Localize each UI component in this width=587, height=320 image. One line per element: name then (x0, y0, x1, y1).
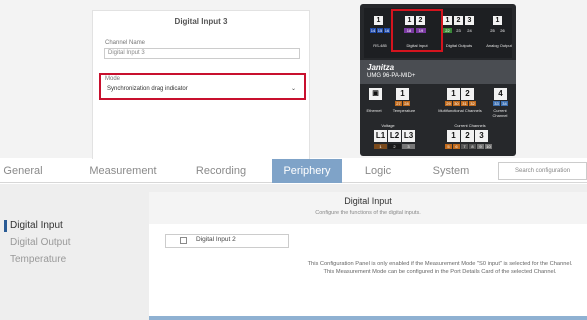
terminal-mf-1: 1 (447, 88, 460, 100)
mode-select[interactable]: Synchronization drag indicator ⌄ (104, 84, 300, 95)
pin: 30 (453, 101, 460, 106)
terminal-rs485: 1 (374, 16, 383, 25)
terminal-mf-2: 2 (461, 88, 474, 100)
device-model: UMG 96-PA-MID+ (367, 73, 416, 79)
temperature-label: Temperature (392, 108, 416, 113)
multifunctional-label: Multifunctional Channels (438, 108, 482, 113)
sidebar (0, 184, 148, 320)
pin: 9 (477, 144, 484, 149)
sidebar-item-digital-output[interactable]: Digital Output (10, 237, 71, 248)
pin: 6 (453, 144, 460, 149)
pin: 28 (403, 101, 410, 106)
pin: 7 (461, 144, 468, 149)
pin: 27 (395, 101, 402, 106)
current-channels-label: Current Channels (454, 123, 486, 128)
pin: 25 (490, 28, 495, 33)
panel-title: Digital Input (344, 196, 392, 206)
terminal-ct-2: 2 (461, 130, 474, 142)
terminal-current-4: 4 (494, 88, 507, 100)
analog-output-label: Analog Output (486, 43, 512, 48)
sidebar-item-temperature[interactable]: Temperature (10, 254, 66, 265)
channel-name-field[interactable]: Digital Input 3 (104, 48, 300, 59)
chevron-down-icon: ⌄ (290, 86, 296, 92)
pin: 33 (493, 101, 500, 106)
sidebar-active-marker (4, 220, 7, 232)
pin: 5 (445, 144, 452, 149)
channel-card: Digital Input 3 Channel Name Digital Inp… (92, 10, 310, 160)
rs485-label: RS-485 (373, 43, 387, 48)
tab-general[interactable]: General (0, 159, 46, 183)
terminal-ao-1: 1 (493, 16, 502, 25)
digital-outputs-label: Digital Outputs (445, 43, 473, 48)
current-channel-label: Current Channel (492, 108, 508, 118)
digital-input-highlight-box (391, 9, 443, 52)
ethernet-port-icon: ▣ (369, 88, 382, 100)
channel-name-label: Channel Name (105, 40, 146, 46)
pin: 1 (374, 144, 387, 149)
pin: 10 (485, 144, 492, 149)
tab-recording[interactable]: Recording (184, 159, 258, 183)
tab-logic[interactable]: Logic (350, 159, 406, 183)
pin: 2 (388, 144, 401, 149)
pin: 8 (469, 144, 476, 149)
ethernet-label: Ethernet (366, 108, 382, 113)
main-tab-bar: General Measurement Recording Periphery … (0, 159, 587, 183)
pin: 22 (443, 28, 452, 33)
search-input[interactable]: Search configuration (498, 162, 587, 180)
terminal-l1: L1 (374, 130, 387, 142)
pin: 29 (445, 101, 452, 106)
terminal-l2: L2 (388, 130, 401, 142)
info-message: This Configuration Panel is only enabled… (307, 261, 573, 275)
terminal-ct-1: 1 (447, 130, 460, 142)
pin: 14 (370, 28, 376, 33)
digital-input-2-checkbox[interactable] (180, 237, 187, 244)
pin: 24 (467, 28, 472, 33)
pin: 16 (384, 28, 390, 33)
digital-input-2-label: Digital Input 2 (196, 236, 236, 243)
terminal-l3: L3 (402, 130, 415, 142)
pin: 3 (402, 144, 415, 149)
mode-select-value: Synchronization drag indicator (107, 86, 188, 92)
pin: 34 (501, 101, 508, 106)
voltage-label: Voltage (381, 123, 395, 128)
terminal-ct-3: 3 (475, 130, 488, 142)
sidebar-item-digital-input[interactable]: Digital Input (10, 220, 63, 231)
pin: 15 (377, 28, 383, 33)
pin: 31 (461, 101, 468, 106)
tab-measurement[interactable]: Measurement (80, 159, 166, 183)
pin: 26 (500, 28, 505, 33)
panel-subtitle: Configure the functions of the digital i… (315, 210, 421, 216)
terminal-temp: 1 (396, 88, 409, 100)
bottom-accent-line (149, 316, 587, 320)
terminal-do-3: 3 (465, 16, 474, 25)
mode-label: Mode (105, 76, 121, 82)
terminal-do-2: 2 (454, 16, 463, 25)
brand-name: Janitza (367, 63, 395, 72)
pin: 23 (456, 28, 461, 33)
card-title: Digital Input 3 (174, 17, 228, 26)
terminal-do-1: 1 (443, 16, 452, 25)
tab-periphery[interactable]: Periphery (272, 159, 342, 183)
pin: 32 (469, 101, 476, 106)
tab-system[interactable]: System (420, 159, 482, 183)
